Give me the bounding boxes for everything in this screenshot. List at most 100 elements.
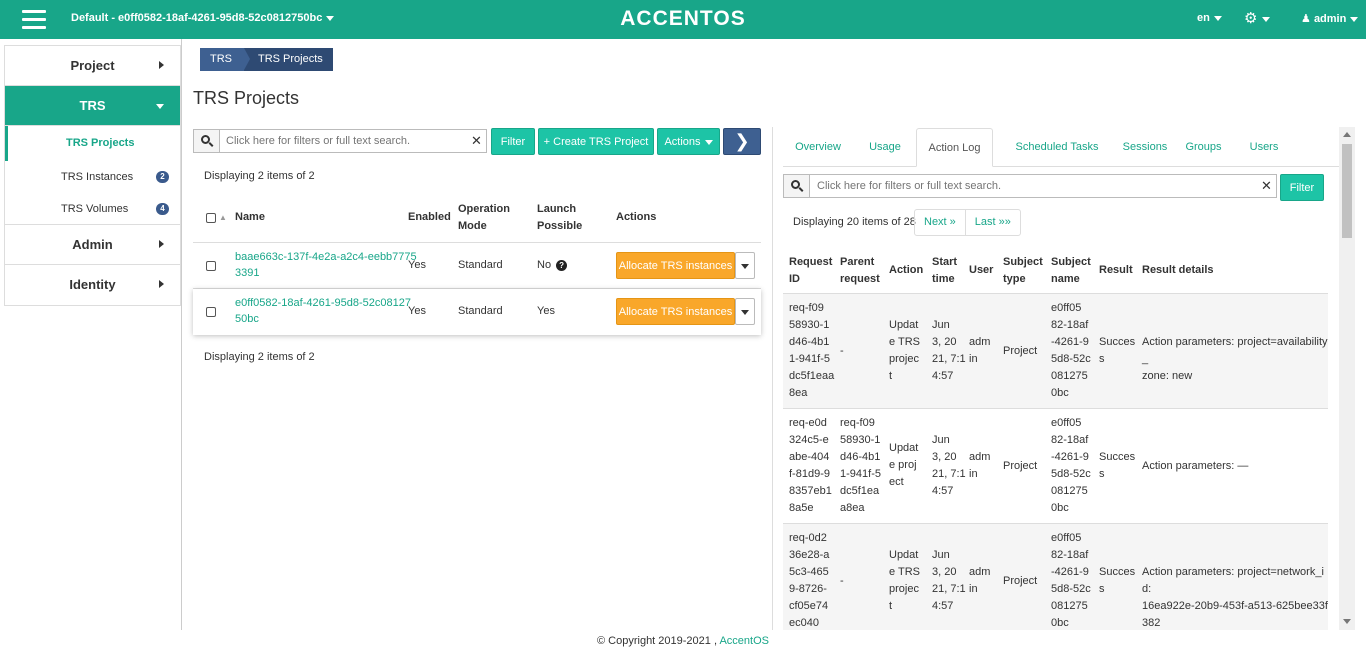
sidebar-item-trs-volumes[interactable]: TRS Volumes 4 xyxy=(5,193,180,225)
column-header-operation-mode[interactable]: Operation Mode xyxy=(458,201,510,235)
column-header-result[interactable]: Result xyxy=(1099,262,1133,279)
sidebar-item-trs[interactable]: TRS xyxy=(5,86,180,126)
sort-icon[interactable]: ▲ xyxy=(219,209,227,226)
scroll-down-arrow-icon[interactable] xyxy=(1343,619,1351,624)
subject-name-cell: e0ff05 82-18af -4261-9 5d8-52c 081275 0bc xyxy=(1051,300,1091,402)
breadcrumb: TRS TRS Projects xyxy=(200,48,333,71)
details-scrollbar[interactable] xyxy=(1339,127,1355,630)
select-all-checkbox[interactable] xyxy=(206,213,216,223)
tab-overview[interactable]: Overview xyxy=(787,128,849,167)
sidebar-item-trs-projects[interactable]: TRS Projects xyxy=(5,126,180,161)
column-header-name[interactable]: Name xyxy=(235,209,265,226)
actions-dropdown-button[interactable]: Actions xyxy=(657,128,720,155)
column-header-launch-possible[interactable]: Launch Possible xyxy=(537,201,582,235)
allocate-trs-instances-button[interactable]: Allocate TRS instances xyxy=(616,298,735,325)
cell-line: cf05e74 xyxy=(789,600,829,612)
cell-line: 5d8-52c xyxy=(1051,353,1091,365)
mode-value: Standard xyxy=(458,259,503,271)
project-selector[interactable]: Default - e0ff0582-18af-4261-95d8-52c081… xyxy=(71,12,335,24)
cell-line: 324c5-e xyxy=(789,434,829,446)
tab-users[interactable]: Users xyxy=(1245,128,1283,167)
question-icon[interactable]: ? xyxy=(556,259,568,271)
breadcrumb-item-trs-projects[interactable]: TRS Projects xyxy=(244,48,333,71)
allocate-trs-instances-button[interactable]: Allocate TRS instances xyxy=(616,252,735,279)
scroll-up-arrow-icon[interactable] xyxy=(1343,132,1351,137)
cell-line: 5d8-52c xyxy=(1051,468,1091,480)
subject-type-cell: Project xyxy=(1003,460,1038,472)
row-checkbox[interactable] xyxy=(206,261,216,271)
sidebar-item-trs-instances[interactable]: TRS Instances 2 xyxy=(5,161,180,193)
sidebar-item-label: Identity xyxy=(69,277,116,292)
language-selector[interactable]: en xyxy=(1197,12,1222,24)
sidebar-item-admin[interactable]: Admin xyxy=(5,225,180,265)
settings-menu[interactable]: ⚙ xyxy=(1244,9,1271,27)
project-link[interactable]: baae663c-137f-4e2a-a2c4-eebb7775 3391 xyxy=(235,249,417,281)
column-header-enabled[interactable]: Enabled xyxy=(408,209,451,226)
expand-panel-button[interactable]: ❯ xyxy=(723,128,761,155)
user-menu[interactable]: ♟ admin xyxy=(1301,12,1359,25)
user-cell: adm in xyxy=(969,449,990,483)
footer-brand-link[interactable]: AccentOS xyxy=(719,635,769,647)
column-header-parent-request[interactable]: Parent request xyxy=(840,254,880,288)
tab-usage[interactable]: Usage xyxy=(863,128,907,167)
sidebar-item-identity[interactable]: Identity xyxy=(5,265,180,305)
header-line: Launch xyxy=(537,203,577,215)
next-page-link[interactable]: Next » xyxy=(915,210,965,235)
app-logo[interactable]: ACCENTOS xyxy=(620,7,745,30)
tab-groups[interactable]: Groups xyxy=(1182,128,1225,167)
cell-line: 82-18af xyxy=(1051,319,1089,331)
cell-line: projec xyxy=(889,353,919,365)
request-id-cell: req-f09 58930-1 d46-4b1 1-941f-5 dc5f1eaa 8ea xyxy=(789,300,835,402)
column-header-request-id[interactable]: Request ID xyxy=(789,254,832,288)
create-trs-project-button[interactable]: + Create TRS Project xyxy=(538,128,654,155)
column-header-start-time[interactable]: Start time xyxy=(932,254,957,288)
last-page-link[interactable]: Last »» xyxy=(964,210,1020,235)
clear-search-icon[interactable]: ✕ xyxy=(1261,178,1272,194)
cell-line: f-81d9-9 xyxy=(789,468,830,480)
column-header-user[interactable]: User xyxy=(969,262,993,279)
column-header-action[interactable]: Action xyxy=(889,262,923,279)
column-header-result-details[interactable]: Result details xyxy=(1142,262,1214,279)
table-row: e0ff0582-18af-4261-95d8-52c08127 50bc Yes… xyxy=(193,289,761,335)
cell-line: s xyxy=(1099,468,1105,480)
row-actions-dropdown[interactable] xyxy=(735,298,755,325)
search-button[interactable] xyxy=(784,175,810,197)
clear-search-icon[interactable]: ✕ xyxy=(471,133,482,149)
filter-button[interactable]: Filter xyxy=(491,128,535,155)
cell-line: Succes xyxy=(1099,336,1136,348)
project-name-line: e0ff0582-18af-4261-95d8-52c08127 xyxy=(235,297,411,309)
project-link[interactable]: e0ff0582-18af-4261-95d8-52c08127 50bc xyxy=(235,295,411,327)
tab-sessions[interactable]: Sessions xyxy=(1117,128,1173,167)
cell-line: req-f09 xyxy=(789,302,824,314)
user-name: admin xyxy=(1313,13,1347,25)
cell-line: 21, 7:1 xyxy=(932,353,966,365)
cell-line: 9-8726- xyxy=(789,583,827,595)
breadcrumb-item-trs[interactable]: TRS xyxy=(200,48,250,71)
sidebar-item-project[interactable]: Project xyxy=(5,46,180,86)
copyright-text: © Copyright 2019-2021 , xyxy=(597,635,718,647)
action-log-filter-button[interactable]: Filter xyxy=(1280,174,1324,201)
cell-line: 82-18af xyxy=(1051,549,1089,561)
projects-search-input[interactable] xyxy=(226,133,461,149)
cell-line: adm xyxy=(969,451,991,463)
tab-scheduled-tasks[interactable]: Scheduled Tasks xyxy=(1005,128,1109,167)
column-header-subject-type[interactable]: Subject type xyxy=(1003,254,1043,288)
request-id-cell: req-e0d 324c5-e abe-404 f-81d9-9 8357eb1 8a5e xyxy=(789,415,835,517)
action-log-search-input[interactable] xyxy=(817,178,1247,194)
row-checkbox[interactable] xyxy=(206,307,216,317)
hamburger-menu-icon[interactable] xyxy=(22,10,46,29)
tab-action-log[interactable]: Action Log xyxy=(916,128,993,167)
column-header-actions: Actions xyxy=(616,211,657,223)
search-button[interactable] xyxy=(194,130,220,152)
subject-type-cell: Project xyxy=(1003,345,1038,357)
mode-value: Standard xyxy=(458,305,503,317)
count-badge: 2 xyxy=(156,171,169,183)
cell-line: 0bc xyxy=(1051,502,1069,514)
project-name-line: 3391 xyxy=(235,267,260,279)
column-header-subject-name[interactable]: Subject name xyxy=(1051,254,1091,288)
cell-line: t xyxy=(889,370,893,382)
cell-line: 21, 7:1 xyxy=(932,468,966,480)
scrollbar-thumb[interactable] xyxy=(1342,144,1352,238)
row-actions-dropdown[interactable] xyxy=(735,252,755,279)
table-header: ▲ Name Enabled Operation Mode Launch Possi… xyxy=(193,193,761,243)
